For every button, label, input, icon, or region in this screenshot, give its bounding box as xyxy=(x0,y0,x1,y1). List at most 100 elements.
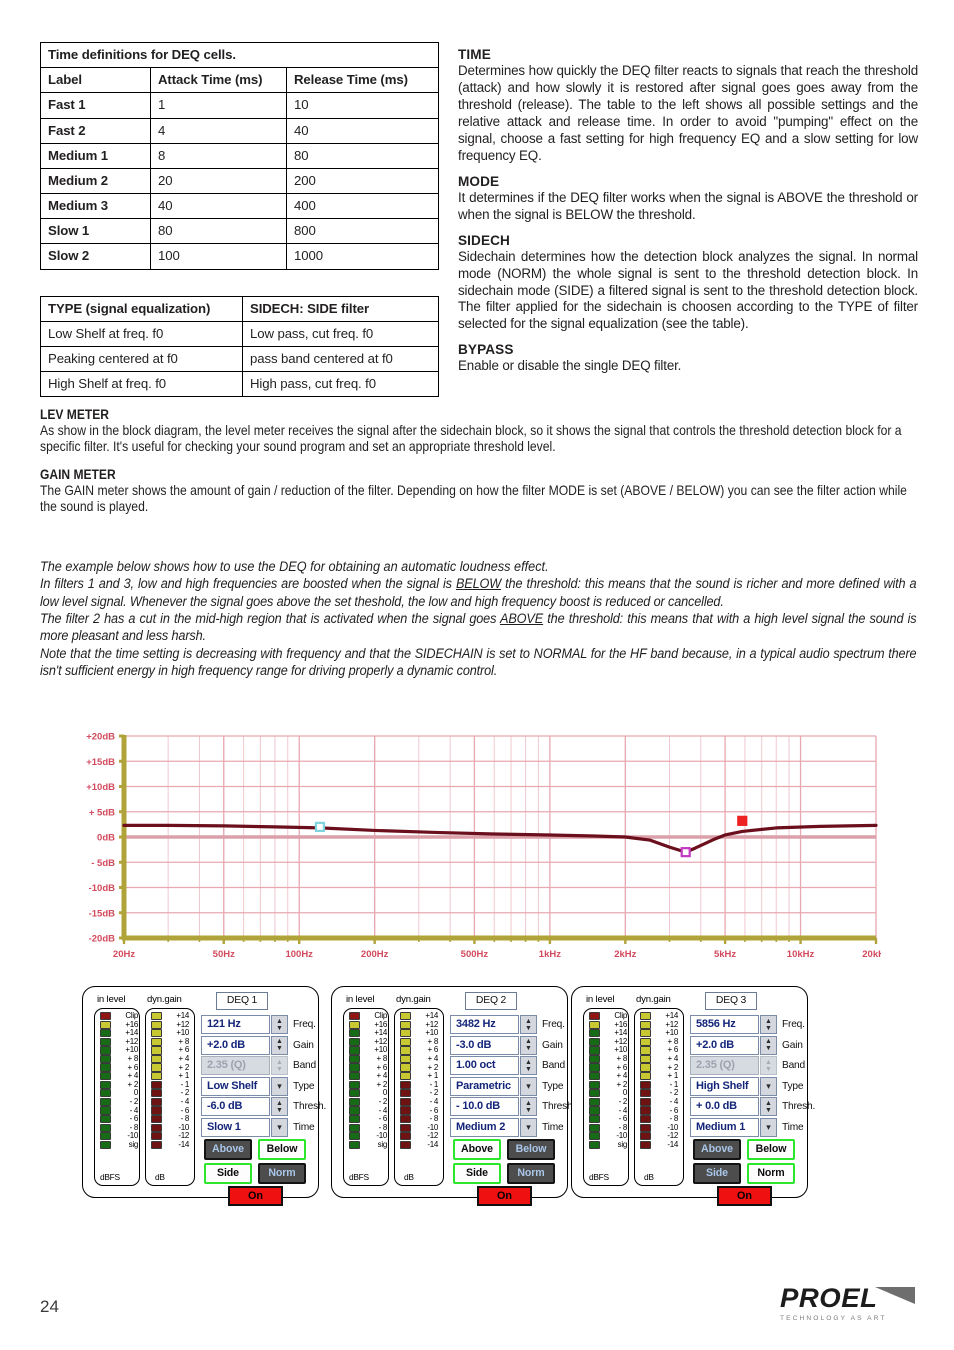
y-axis-tick-label: +10dB xyxy=(86,782,115,793)
mode-button-below[interactable]: Below xyxy=(507,1139,555,1160)
column-header: SIDECH: SIDE filter xyxy=(242,295,439,322)
cell-value: 40 xyxy=(150,193,287,220)
chevron-down-icon[interactable]: ▾ xyxy=(271,1117,288,1137)
mode-button-below[interactable]: Below xyxy=(747,1139,795,1160)
field-thresh[interactable]: - 10.0 dB xyxy=(450,1097,519,1116)
spinner-freq[interactable]: ▲ ▼ xyxy=(520,1015,537,1034)
spinner-gain[interactable]: ▲ ▼ xyxy=(271,1035,288,1055)
bypass-on-button[interactable]: On xyxy=(717,1186,772,1206)
spinner-gain[interactable]: ▲ ▼ xyxy=(520,1035,537,1055)
bypass-on-button[interactable]: On xyxy=(477,1186,532,1206)
field-gain[interactable]: -3.0 dB xyxy=(450,1035,519,1055)
led-segment xyxy=(640,1114,651,1124)
field-thresh[interactable]: + 0.0 dB xyxy=(690,1097,759,1116)
sidechain-button-norm[interactable]: Norm xyxy=(747,1163,795,1184)
led-segment xyxy=(100,1063,111,1072)
chevron-up-icon: ▲ xyxy=(765,1017,772,1025)
table-header-row: TYPE (signal equalization) SIDECH: SIDE f… xyxy=(40,295,439,322)
cell-value: High Shelf at freq. f0 xyxy=(40,371,243,398)
sidechain-button-side[interactable]: Side xyxy=(693,1163,741,1184)
led-segment xyxy=(400,1063,411,1072)
heading-time: TIME xyxy=(458,47,491,62)
field-time[interactable]: Medium 2 xyxy=(450,1117,519,1137)
sidechain-button-side[interactable]: Side xyxy=(204,1163,252,1184)
led-segment xyxy=(400,1080,411,1089)
led-segment xyxy=(400,1037,411,1046)
label-band: Band xyxy=(782,1060,805,1071)
marker-handle xyxy=(314,821,326,833)
field-type[interactable]: Parametric xyxy=(450,1076,519,1096)
x-axis-tick-label: 1kHz xyxy=(539,949,561,960)
chart-marker-deq-1[interactable] xyxy=(314,821,326,833)
led-segment xyxy=(151,1012,162,1021)
spinner-thresh[interactable]: ▲ ▼ xyxy=(520,1097,537,1116)
cell-value: 1 xyxy=(150,92,287,119)
field-type[interactable]: Low Shelf xyxy=(201,1076,270,1096)
field-time[interactable]: Medium 1 xyxy=(690,1117,759,1137)
eq-response-plot: +20dB +15dB +10dB + 5dB 0dB - 5dB -10dB -15dB -2… xyxy=(86,732,881,961)
deq-panel: in level dyn.gain DEQ 1 Clip +16 +14 +12 +10 + 8… xyxy=(82,986,326,1206)
in-level-unit: dBFS xyxy=(589,1172,609,1182)
mode-button-below[interactable]: Below xyxy=(258,1139,306,1160)
chevron-down-icon[interactable]: ▾ xyxy=(520,1117,537,1137)
field-freq[interactable]: 5856 Hz xyxy=(690,1015,759,1034)
chevron-down-icon: ▼ xyxy=(525,1065,532,1073)
led-segment xyxy=(589,1114,600,1124)
bypass-on-button[interactable]: On xyxy=(228,1186,283,1206)
chevron-down-icon[interactable]: ▾ xyxy=(760,1117,777,1137)
led-segment xyxy=(349,1114,360,1124)
sidechain-button-side[interactable]: Side xyxy=(453,1163,501,1184)
sidechain-button-norm[interactable]: Norm xyxy=(258,1163,306,1184)
chevron-up-icon: ▲ xyxy=(276,1099,283,1107)
cell-value: 80 xyxy=(286,142,439,169)
spinner-gain[interactable]: ▲ ▼ xyxy=(760,1035,777,1055)
led-segment xyxy=(100,1132,111,1141)
chevron-down-icon: ▼ xyxy=(765,1106,772,1114)
cell-value: 100 xyxy=(150,243,287,270)
led-segment xyxy=(100,1123,111,1132)
table-header-row: Label Attack Time (ms) Release Time (ms) xyxy=(40,67,439,94)
spinner-freq[interactable]: ▲ ▼ xyxy=(760,1015,777,1034)
cell-label: Medium 2 xyxy=(40,167,151,195)
led-segment xyxy=(100,1114,111,1124)
spinner-thresh[interactable]: ▲ ▼ xyxy=(760,1097,777,1116)
chart-marker-deq-2[interactable] xyxy=(680,847,691,858)
table-gap xyxy=(40,270,438,296)
field-freq[interactable]: 121 Hz xyxy=(201,1015,270,1034)
mode-button-above[interactable]: Above xyxy=(453,1139,501,1160)
chevron-down-icon[interactable]: ▾ xyxy=(520,1076,537,1096)
mode-button-above[interactable]: Above xyxy=(204,1139,252,1160)
led-segment xyxy=(151,1029,162,1038)
led-segment xyxy=(640,1097,651,1106)
field-type[interactable]: High Shelf xyxy=(690,1076,759,1096)
paragraph-sidech: Sidechain determines how the detection b… xyxy=(458,248,918,332)
led-segment xyxy=(640,1054,651,1064)
led-segment xyxy=(640,1106,651,1115)
chart-marker-deq-3[interactable] xyxy=(737,815,748,826)
y-axis-tick-label: +20dB xyxy=(86,732,115,743)
led-segment xyxy=(589,1037,600,1046)
spinner-thresh[interactable]: ▲ ▼ xyxy=(271,1097,288,1116)
chevron-down-icon[interactable]: ▾ xyxy=(760,1076,777,1096)
field-thresh[interactable]: -6.0 dB xyxy=(201,1097,270,1116)
cell-value: 10 xyxy=(286,92,439,119)
dyn-gain-unit: dB xyxy=(644,1172,654,1182)
field-time[interactable]: Slow 1 xyxy=(201,1117,270,1137)
mode-button-above[interactable]: Above xyxy=(693,1139,741,1160)
cell-value: pass band centered at f0 xyxy=(242,345,439,373)
spinner-freq[interactable]: ▲ ▼ xyxy=(271,1015,288,1034)
y-axis-tick-label: + 5dB xyxy=(89,807,115,818)
marker-handle xyxy=(680,847,691,858)
spinner-band[interactable]: ▲ ▼ xyxy=(520,1056,537,1075)
chevron-down-icon: ▼ xyxy=(276,1065,283,1073)
field-gain[interactable]: +2.0 dB xyxy=(201,1035,270,1055)
field-band[interactable]: 1.00 oct xyxy=(450,1056,519,1075)
dyn-gain-unit: dB xyxy=(155,1172,165,1182)
in-level-scale-label: sig xyxy=(617,1140,628,1149)
deq-filter-panels: in level dyn.gain DEQ 1 Clip +16 +14 +12 +10 + 8… xyxy=(82,986,822,1206)
chevron-down-icon[interactable]: ▾ xyxy=(271,1076,288,1096)
field-gain[interactable]: +2.0 dB xyxy=(690,1035,759,1055)
field-freq[interactable]: 3482 Hz xyxy=(450,1015,519,1034)
led-segment xyxy=(640,1132,651,1141)
sidechain-button-norm[interactable]: Norm xyxy=(507,1163,555,1184)
